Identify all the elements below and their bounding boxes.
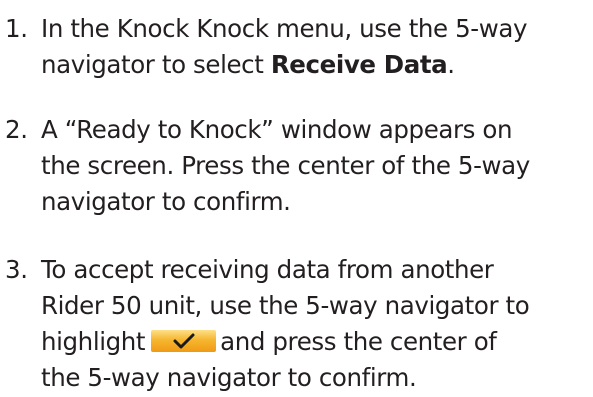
step-text: navigator to confirm. (41, 187, 291, 216)
step-line: navigator to confirm. (41, 183, 291, 221)
step-number: 1. (5, 14, 28, 43)
step-number: 3. (5, 255, 28, 284)
step-line: highlight and press the center of (41, 323, 497, 361)
step-text: A “Ready to Knock” window appears on (41, 115, 513, 144)
step-line: In the Knock Knock menu, use the 5-way (41, 10, 527, 48)
step-line: the 5-way navigator to confirm. (41, 359, 417, 397)
step-number: 2. (5, 115, 28, 144)
step-text: In the Knock Knock menu, use the 5-way (41, 14, 528, 43)
step-text: the screen. Press the center of the 5-wa… (41, 151, 530, 180)
step-text: Rider 50 unit, use the 5-way navigator t… (41, 291, 530, 320)
step-line: navigator to select Receive Data. (41, 46, 455, 84)
step-text: To accept receiving data from another (41, 255, 494, 284)
confirm-checkmark-button (151, 330, 217, 352)
step-text: and press the center of (220, 327, 497, 356)
step-line: A “Ready to Knock” window appears on (41, 111, 513, 149)
checkmark-icon (173, 333, 195, 349)
receive-data-term: Receive Data (270, 50, 448, 79)
step-text: the 5-way navigator to confirm. (41, 363, 417, 392)
step-text: . (447, 50, 455, 79)
step-text: highlight (41, 327, 146, 356)
step-line: the screen. Press the center of the 5-wa… (41, 147, 530, 185)
instruction-steps: 1. In the Knock Knock menu, use the 5-wa… (0, 0, 593, 392)
step-line: Rider 50 unit, use the 5-way navigator t… (41, 287, 530, 325)
step-text: navigator to select (41, 50, 271, 79)
step-line: To accept receiving data from another (41, 251, 494, 289)
